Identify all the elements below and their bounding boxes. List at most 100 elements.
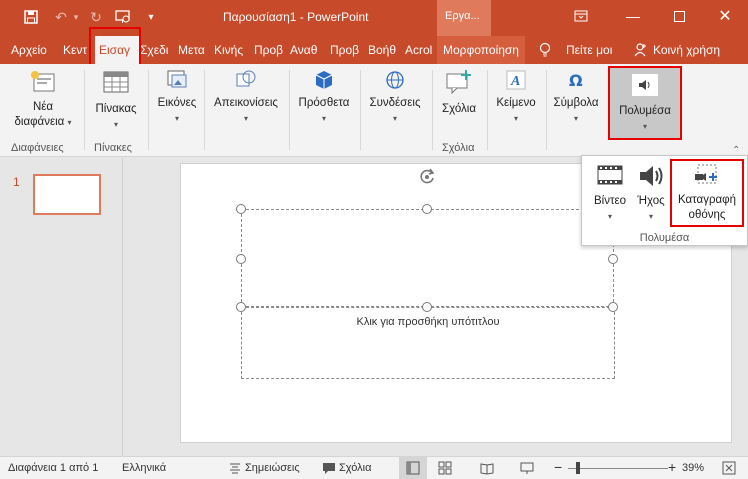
ribbon-display-icon[interactable] bbox=[566, 6, 596, 26]
undo-icon[interactable]: ↶ bbox=[50, 8, 72, 26]
zoom-out-button[interactable]: − bbox=[554, 459, 562, 475]
resize-handle[interactable] bbox=[608, 254, 618, 264]
rotate-handle-icon[interactable] bbox=[418, 167, 436, 185]
slideshow-view-icon[interactable] bbox=[520, 461, 534, 475]
title-bar: ↶ ▾ ↻ ▾ Παρουσίαση1 - PowerPoint Εργα...… bbox=[0, 0, 748, 36]
notes-icon[interactable] bbox=[228, 461, 242, 475]
subtitle-placeholder-text: Κλικ για προσθήκη υπότιτλου bbox=[356, 316, 500, 328]
links-icon bbox=[386, 71, 404, 89]
lightbulb-icon[interactable] bbox=[538, 36, 558, 64]
audio-icon bbox=[640, 166, 663, 186]
tab-acrobat[interactable]: Acrol bbox=[405, 36, 437, 64]
new-slide-icon bbox=[31, 71, 55, 92]
group-tables-label: Πίνακες bbox=[94, 142, 132, 154]
ribbon-tabs: Αρχείο Κεντ Εισαγ Σχεδι Μετα Κινής Προβ … bbox=[0, 36, 748, 64]
addins-icon bbox=[315, 71, 333, 89]
symbols-button[interactable]: Ω Σύμβολα ▾ bbox=[548, 68, 604, 126]
reading-view-icon[interactable] bbox=[480, 461, 494, 475]
tab-insert[interactable]: Εισαγ bbox=[95, 36, 139, 64]
language-indicator[interactable]: Ελληνικά bbox=[122, 462, 166, 474]
illustrations-button[interactable]: Απεικονίσεις ▾ bbox=[208, 68, 284, 126]
customize-qat-icon[interactable]: ▾ bbox=[144, 8, 158, 26]
title-placeholder[interactable] bbox=[241, 209, 614, 307]
text-label: Κείμενο bbox=[496, 97, 536, 109]
resize-handle[interactable] bbox=[236, 302, 246, 312]
maximize-icon[interactable] bbox=[664, 6, 694, 26]
resize-handle[interactable] bbox=[236, 204, 246, 214]
share-user-icon[interactable] bbox=[634, 36, 650, 64]
start-slideshow-icon[interactable] bbox=[112, 8, 134, 26]
undo-dropdown-icon[interactable]: ▾ bbox=[70, 8, 82, 26]
fit-to-window-icon[interactable] bbox=[722, 461, 736, 475]
screen-recording-label-1: Καταγραφή bbox=[678, 194, 736, 206]
tab-help[interactable]: Βοήθ bbox=[368, 36, 398, 64]
shapes-icon bbox=[236, 70, 256, 87]
slide-number: 1 bbox=[13, 175, 20, 189]
comments-icon[interactable] bbox=[322, 461, 336, 475]
notes-button[interactable]: Σημειώσεις bbox=[245, 462, 300, 474]
images-label: Εικόνες bbox=[157, 97, 197, 109]
addins-label: Πρόσθετα bbox=[298, 97, 350, 109]
zoom-level[interactable]: 39% bbox=[682, 462, 704, 474]
zoom-slider-track[interactable] bbox=[568, 468, 668, 469]
slide-thumbnail[interactable] bbox=[33, 174, 101, 215]
addins-button[interactable]: Πρόσθετα ▾ bbox=[292, 68, 356, 126]
resize-handle[interactable] bbox=[422, 204, 432, 214]
video-icon bbox=[597, 165, 623, 185]
normal-view-icon bbox=[406, 461, 420, 475]
group-slides-label: Διαφάνειες bbox=[11, 142, 64, 154]
save-icon[interactable] bbox=[20, 8, 42, 26]
redo-icon[interactable]: ↻ bbox=[86, 8, 106, 26]
zoom-slider-thumb[interactable] bbox=[576, 462, 580, 474]
resize-handle[interactable] bbox=[422, 302, 432, 312]
tab-transitions[interactable]: Μετα bbox=[178, 36, 210, 64]
table-button[interactable]: Πίνακας ▾ bbox=[88, 68, 144, 132]
video-label: Βίντεο bbox=[593, 195, 627, 207]
new-slide-button[interactable]: Νέα διαφάνεια ▾ bbox=[8, 68, 78, 130]
media-button[interactable]: Πολυμέσα ▾ bbox=[608, 66, 682, 140]
context-tools-header: Εργα... bbox=[437, 0, 491, 36]
screen-recording-button[interactable]: Καταγραφή οθόνης bbox=[670, 159, 744, 227]
images-icon bbox=[167, 70, 187, 88]
new-slide-label-2: διαφάνεια bbox=[14, 116, 65, 128]
comment-button[interactable]: Σχόλια bbox=[436, 68, 482, 117]
screen-recording-label-2: οθόνης bbox=[688, 209, 726, 221]
media-dropdown: Βίντεο ▾ Ήχος ▾ Καταγραφή οθόνης Πολυμέσ… bbox=[581, 155, 748, 246]
audio-label: Ήχος bbox=[637, 195, 665, 207]
audio-button[interactable]: Ήχος ▾ bbox=[634, 162, 668, 224]
tab-review[interactable]: Αναθ bbox=[290, 36, 322, 64]
links-button[interactable]: Συνδέσεις ▾ bbox=[362, 68, 428, 126]
share-button[interactable]: Κοινή χρήση bbox=[653, 36, 720, 64]
symbols-label: Σύμβολα bbox=[553, 97, 599, 109]
screen-recording-icon bbox=[695, 164, 717, 184]
group-comments-label: Σχόλια bbox=[442, 142, 475, 154]
resize-handle[interactable] bbox=[608, 302, 618, 312]
tab-animations[interactable]: Κινής bbox=[214, 36, 250, 64]
resize-handle[interactable] bbox=[236, 254, 246, 264]
images-button[interactable]: Εικόνες ▾ bbox=[152, 68, 202, 126]
tab-format[interactable]: Μορφοποίηση bbox=[437, 36, 525, 64]
slide-sorter-icon[interactable] bbox=[438, 461, 452, 475]
tab-slideshow[interactable]: Προβ bbox=[254, 36, 286, 64]
tab-home[interactable]: Κεντ bbox=[63, 36, 95, 64]
normal-view-button[interactable] bbox=[399, 457, 427, 479]
table-icon bbox=[103, 71, 129, 93]
svg-text:A: A bbox=[510, 74, 520, 89]
comment-label: Σχόλια bbox=[442, 103, 476, 115]
subtitle-placeholder[interactable]: Κλικ για προσθήκη υπότιτλου bbox=[241, 307, 615, 379]
speaker-icon bbox=[632, 74, 658, 96]
text-icon: A bbox=[506, 70, 526, 90]
tab-design[interactable]: Σχεδι bbox=[140, 36, 172, 64]
video-button[interactable]: Βίντεο ▾ bbox=[590, 162, 630, 224]
close-icon[interactable]: ✕ bbox=[710, 6, 740, 26]
tell-me-search[interactable]: Πείτε μοι bbox=[566, 36, 612, 64]
tab-view[interactable]: Προβ bbox=[330, 36, 362, 64]
zoom-in-button[interactable]: + bbox=[668, 459, 676, 475]
media-label: Πολυμέσα bbox=[619, 105, 671, 117]
tab-file[interactable]: Αρχείο bbox=[11, 36, 47, 64]
minimize-icon[interactable]: — bbox=[618, 6, 648, 26]
comment-icon bbox=[446, 70, 471, 95]
text-button[interactable]: A Κείμενο ▾ bbox=[490, 68, 542, 126]
slide-count: Διαφάνεια 1 από 1 bbox=[8, 462, 99, 474]
comments-button[interactable]: Σχόλια bbox=[339, 462, 372, 474]
